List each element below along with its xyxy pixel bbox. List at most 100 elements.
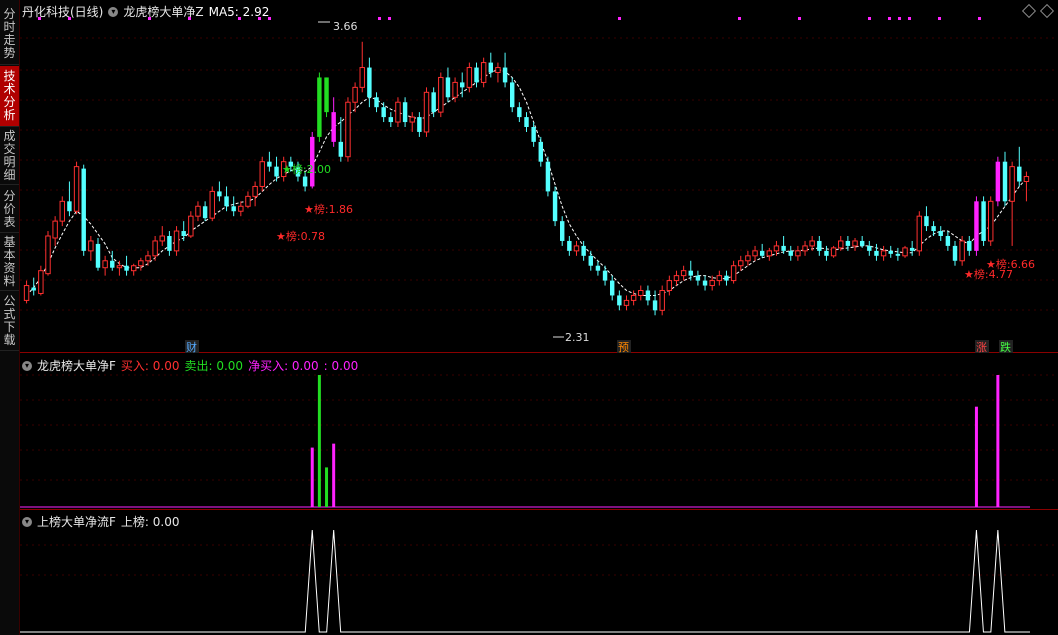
candle-body bbox=[695, 275, 701, 281]
sidebar-tab-5[interactable]: 公式下载 bbox=[0, 292, 19, 351]
sidebar-tab-label: 分时走势 bbox=[3, 7, 16, 60]
sidebar: 分时走势技术分析成交明细分价表 基本资料公式下载 bbox=[0, 0, 20, 635]
candle-body bbox=[102, 260, 108, 269]
candle-body bbox=[1002, 161, 1008, 202]
annotation-label: ★榜:0.78 bbox=[276, 229, 325, 243]
candle-body bbox=[845, 240, 851, 246]
candle-body bbox=[195, 205, 201, 217]
candle-body bbox=[238, 205, 244, 212]
sidebar-tab-1[interactable]: 技术分析 bbox=[0, 66, 19, 127]
candle-body bbox=[324, 77, 329, 113]
candle-body bbox=[466, 67, 473, 88]
candle-body bbox=[52, 220, 58, 239]
candle-body bbox=[474, 67, 479, 83]
candle-body bbox=[374, 97, 379, 108]
candle-body bbox=[502, 67, 508, 83]
signal-dot bbox=[798, 17, 801, 20]
candle-body bbox=[159, 235, 165, 242]
candle-body bbox=[217, 191, 222, 197]
candle-body bbox=[924, 216, 929, 227]
sidebar-tab-4[interactable]: 基本资料 bbox=[0, 234, 19, 291]
candle-body bbox=[152, 240, 158, 257]
candle-body bbox=[267, 161, 272, 167]
candle-body bbox=[224, 196, 229, 207]
net-buy-bar bbox=[974, 406, 978, 507]
annotation-label: ★榜:2.00 bbox=[282, 162, 331, 176]
net-buy-bar bbox=[317, 375, 321, 507]
candle-body bbox=[245, 195, 251, 207]
sidebar-tab-2[interactable]: 成交明细 bbox=[0, 128, 19, 185]
candle-body bbox=[145, 255, 151, 262]
sidebar-tab-label: 技术分析 bbox=[3, 69, 16, 122]
annotation-label: ★榜:1.86 bbox=[304, 202, 353, 216]
candle-body bbox=[880, 250, 887, 257]
signal-dot bbox=[908, 17, 911, 20]
candle-body bbox=[630, 294, 637, 301]
event-marker: 涨 bbox=[976, 341, 987, 354]
candle-body bbox=[838, 240, 844, 249]
candle-body bbox=[231, 206, 236, 212]
candle-body bbox=[167, 236, 172, 251]
candle-body bbox=[524, 117, 529, 127]
sidebar-tab-label: 公式下载 bbox=[3, 294, 16, 347]
sidebar-tab-0[interactable]: 分时走势 bbox=[0, 4, 19, 65]
candle-body bbox=[617, 295, 622, 306]
signal-dot bbox=[238, 17, 241, 20]
signal-dot bbox=[258, 17, 261, 20]
net-buy-bar bbox=[332, 443, 336, 507]
candle-body bbox=[517, 107, 522, 118]
candle-body bbox=[852, 240, 858, 247]
candle-body bbox=[445, 77, 451, 98]
signal-dot bbox=[68, 17, 71, 20]
signal-dot bbox=[978, 17, 981, 20]
candle-body bbox=[830, 247, 837, 257]
candle-body bbox=[359, 67, 365, 88]
sidebar-tab-3[interactable]: 分价表 bbox=[0, 186, 19, 233]
signal-dot bbox=[148, 17, 151, 20]
candle-body bbox=[738, 260, 744, 267]
candle-body bbox=[345, 101, 351, 158]
candle-body bbox=[202, 206, 208, 219]
candle-body bbox=[988, 200, 994, 242]
candle-body bbox=[909, 247, 915, 251]
signal-dot bbox=[378, 17, 381, 20]
candlestick-chart[interactable]: 3.662.31★榜:2.00★榜:1.86★榜:0.78★榜:4.77★榜:6… bbox=[20, 0, 1058, 635]
candle-body bbox=[795, 250, 801, 257]
event-marker: 预 bbox=[618, 341, 629, 354]
signal-dot bbox=[618, 17, 621, 20]
candle-body bbox=[402, 102, 408, 123]
candle-body bbox=[959, 240, 965, 262]
candle-body bbox=[623, 299, 630, 306]
candle-body bbox=[352, 86, 358, 103]
candle-body bbox=[666, 280, 673, 292]
candle-body bbox=[81, 168, 86, 251]
sidebar-tab-label: 成交明细 bbox=[3, 129, 16, 182]
candle-body bbox=[545, 161, 551, 192]
candle-body bbox=[945, 236, 951, 246]
candle-body bbox=[116, 265, 123, 269]
candle-body bbox=[209, 190, 215, 219]
candle-body bbox=[573, 245, 580, 252]
event-marker: 跌 bbox=[1000, 340, 1011, 354]
candle-body bbox=[110, 260, 115, 268]
candle-body bbox=[59, 200, 65, 222]
candle-body bbox=[981, 201, 986, 241]
candle-body bbox=[895, 253, 901, 256]
candle-body bbox=[423, 91, 430, 133]
low-label: 2.31 bbox=[565, 331, 590, 344]
signal-dot bbox=[868, 17, 871, 20]
candle-body bbox=[38, 270, 44, 294]
candle-body bbox=[130, 265, 137, 272]
high-label: 3.66 bbox=[333, 20, 358, 33]
candle-body bbox=[259, 161, 265, 187]
candle-body bbox=[730, 265, 737, 282]
net-buy-bar bbox=[996, 375, 1000, 507]
candle-body bbox=[781, 245, 786, 251]
candle-body bbox=[588, 255, 593, 266]
signal-dot bbox=[268, 17, 271, 20]
candle-body bbox=[773, 245, 780, 252]
candle-body bbox=[274, 166, 279, 177]
candle-body bbox=[859, 240, 865, 246]
candle-body bbox=[460, 82, 465, 88]
candle-body bbox=[252, 185, 258, 197]
